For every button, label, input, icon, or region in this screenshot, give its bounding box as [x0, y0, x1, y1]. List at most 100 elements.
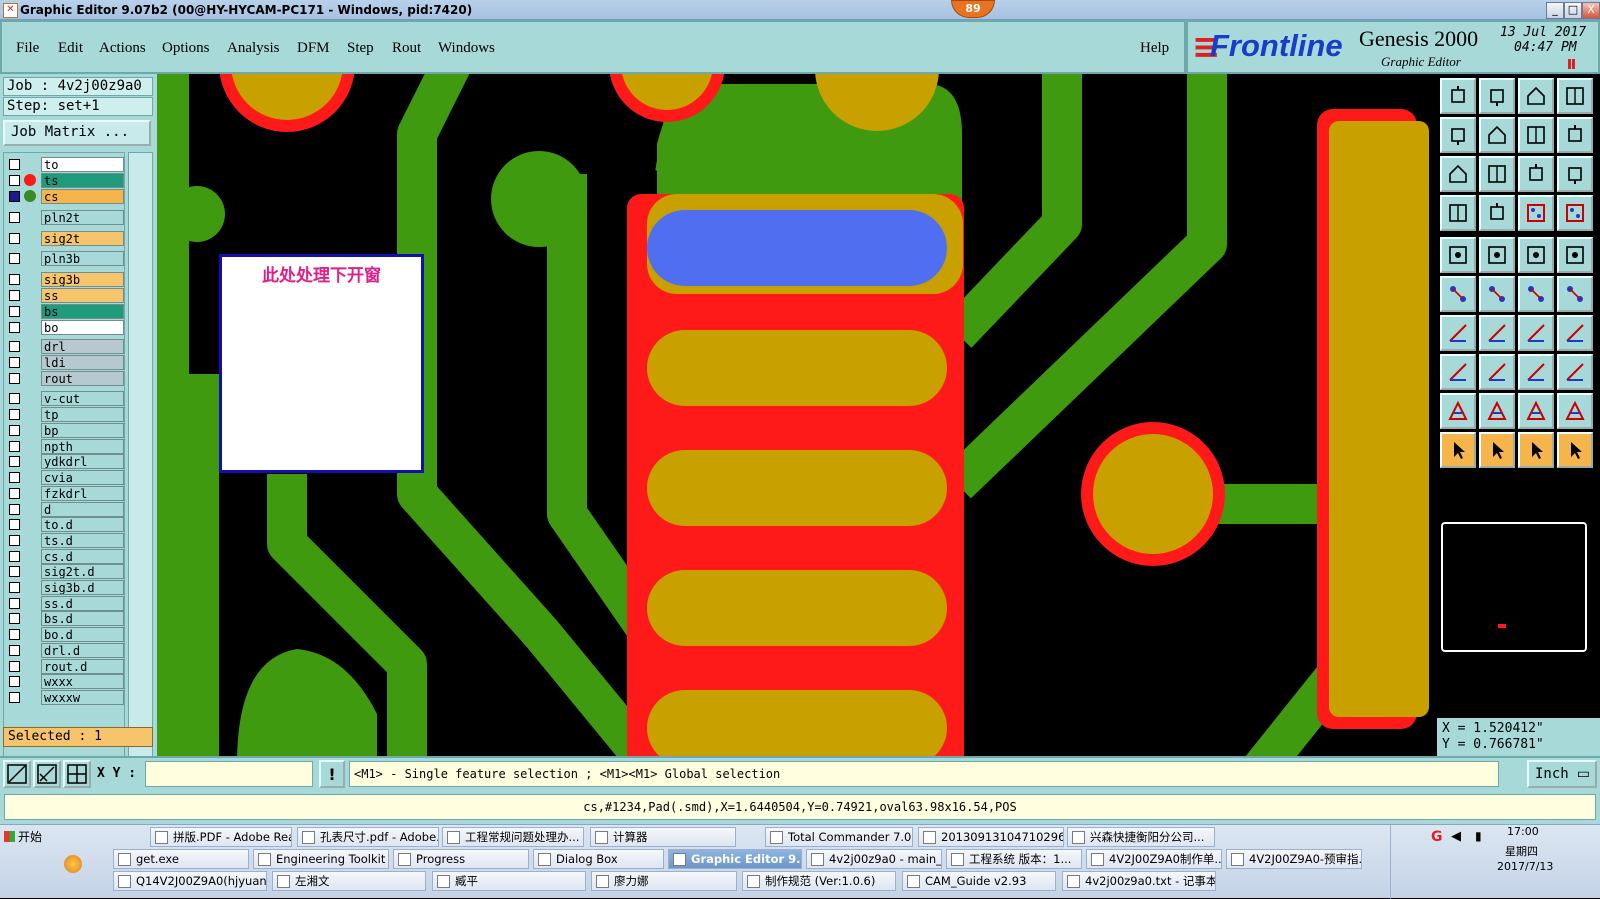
layer-row-bo-d[interactable]: bo.d: [7, 627, 124, 642]
text-icon[interactable]: [1557, 315, 1593, 351]
taskbar-item[interactable]: 计算器: [590, 827, 736, 847]
layer-row-d[interactable]: d: [7, 502, 124, 517]
taskbar-item[interactable]: 左湘文: [272, 871, 426, 891]
taskbar-item[interactable]: 兴森快捷衡阳分公司...: [1067, 827, 1215, 847]
layer-checkbox[interactable]: [9, 373, 20, 384]
layer-checkbox[interactable]: [9, 472, 20, 483]
house-icon[interactable]: [1518, 78, 1554, 114]
layer-checkbox[interactable]: [9, 233, 20, 244]
home-up-icon[interactable]: [1440, 78, 1476, 114]
taskbar-item[interactable]: get.exe: [113, 849, 249, 869]
graphic-canvas[interactable]: 此处处理下开窗: [157, 74, 1437, 756]
zoom-window-icon[interactable]: [3, 760, 31, 788]
layer-row-cs-d[interactable]: cs.d: [7, 549, 124, 564]
menu-help[interactable]: Help: [1140, 40, 1169, 57]
layer-row-ts-d[interactable]: ts.d: [7, 533, 124, 548]
taskbar-item[interactable]: 孔表尺寸.pdf - Adobe...: [297, 827, 439, 847]
selected-pad[interactable]: [647, 210, 947, 286]
taskbar-item[interactable]: 4v2j00z9a0.txt - 记事本: [1062, 871, 1216, 891]
letter-a-alt-icon[interactable]: [1557, 393, 1593, 429]
layer-scrollbar[interactable]: [128, 152, 153, 788]
layer-checkbox[interactable]: [9, 504, 20, 515]
help-icon[interactable]: [1557, 156, 1593, 192]
layer-checkbox[interactable]: [9, 629, 20, 640]
clock-time[interactable]: 17:00: [1507, 825, 1539, 838]
home-down-icon[interactable]: [1479, 78, 1515, 114]
layer-checkbox[interactable]: [9, 692, 20, 703]
taskbar-item[interactable]: Total Commander 7.0 ...: [765, 827, 913, 847]
units-selector[interactable]: Inch ▭: [1527, 760, 1597, 788]
connect-icon[interactable]: [1440, 276, 1476, 312]
grid-icon[interactable]: [63, 760, 91, 788]
layer-row-drl-d[interactable]: drl.d: [7, 643, 124, 658]
layer-checkbox[interactable]: [9, 159, 20, 170]
layer-checkbox[interactable]: [9, 322, 20, 333]
close-button[interactable]: X: [1582, 2, 1600, 19]
layer-row-ss[interactable]: ss: [7, 288, 124, 303]
layer-row-rout[interactable]: rout: [7, 371, 124, 386]
layer-checkbox[interactable]: [9, 613, 20, 624]
tray-network-icon[interactable]: ▮: [1475, 829, 1482, 843]
layer-checkbox[interactable]: [9, 566, 20, 577]
taskbar-item[interactable]: 工程系统 版本：1...: [946, 849, 1082, 869]
ruler-icon[interactable]: [1518, 237, 1554, 273]
copy-icon[interactable]: [1557, 354, 1593, 390]
layer-checkbox[interactable]: [9, 357, 20, 368]
layer-row-pln3b[interactable]: pln3b: [7, 251, 124, 266]
taskbar-item[interactable]: 拼版.PDF - Adobe Rea...: [150, 827, 292, 847]
layer-checkbox[interactable]: [9, 290, 20, 301]
taskbar-item[interactable]: 工程常规问题处理办...: [442, 827, 584, 847]
tray-g-icon[interactable]: G: [1431, 829, 1443, 845]
redraw-icon[interactable]: [1557, 117, 1593, 153]
triangle-icon[interactable]: [1440, 393, 1476, 429]
layer-row-ss-d[interactable]: ss.d: [7, 596, 124, 611]
layer-checkbox[interactable]: [9, 441, 20, 452]
layer-checkbox[interactable]: [9, 661, 20, 672]
taskbar-item[interactable]: CAM_Guide v2.93: [902, 871, 1056, 891]
layer-checkbox[interactable]: [9, 645, 20, 656]
taskbar-item[interactable]: 廖力娜: [591, 871, 737, 891]
menu-analysis[interactable]: Analysis: [227, 40, 280, 57]
move-icon[interactable]: [1440, 354, 1476, 390]
layer-row-cs[interactable]: cs: [7, 189, 124, 204]
measure-icon[interactable]: [33, 760, 61, 788]
layer-checkbox[interactable]: [9, 409, 20, 420]
window-icon[interactable]: [1557, 78, 1593, 114]
select-rotate-icon[interactable]: [1518, 432, 1554, 468]
layer-checkbox[interactable]: [9, 393, 20, 404]
menu-rout[interactable]: Rout: [392, 40, 421, 57]
taskbar-item[interactable]: Dialog Box: [533, 849, 664, 869]
taskbar-item[interactable]: 臧平: [432, 871, 586, 891]
job-matrix-button[interactable]: Job Matrix ...: [3, 120, 151, 146]
pin-icon[interactable]: [1479, 195, 1515, 231]
layer-checkbox[interactable]: [9, 551, 20, 562]
tray-volume-icon[interactable]: ◀: [1451, 829, 1461, 844]
menu-options[interactable]: Options: [162, 40, 210, 57]
taskbar-item[interactable]: 4V2J00Z9A0-预审指...: [1226, 849, 1362, 869]
compare-layer-icon[interactable]: [1557, 195, 1593, 231]
pause-icon[interactable]: [1568, 59, 1575, 69]
menu-dfm[interactable]: DFM: [297, 40, 330, 57]
layer-row-bs-d[interactable]: bs.d: [7, 611, 124, 626]
start-button[interactable]: 开始: [2, 827, 50, 849]
menu-actions[interactable]: Actions: [99, 40, 146, 57]
add-pad-icon[interactable]: [1440, 237, 1476, 273]
fit-width-icon[interactable]: [1440, 156, 1476, 192]
pan-back-icon[interactable]: [1518, 117, 1554, 153]
taskbar-item[interactable]: Q14V2J00Z9A0(hjyuan)...: [113, 871, 267, 891]
layer-row-ydkdrl[interactable]: ydkdrl: [7, 454, 124, 469]
layer-row-to[interactable]: to: [7, 157, 124, 172]
xy-input[interactable]: [145, 761, 313, 787]
maximize-button[interactable]: □: [1564, 2, 1582, 19]
layer-row-bo[interactable]: bo: [7, 320, 124, 335]
menu-file[interactable]: File: [16, 40, 39, 57]
highlight-layer-icon[interactable]: [1518, 195, 1554, 231]
select-group-icon[interactable]: [1557, 432, 1593, 468]
taskbar-item[interactable]: Engineering Toolkit 9...: [253, 849, 389, 869]
node-icon[interactable]: [1557, 276, 1593, 312]
layer-checkbox[interactable]: [9, 676, 20, 687]
layer-row-bp[interactable]: bp: [7, 423, 124, 438]
scale-1-2-icon[interactable]: [1518, 156, 1554, 192]
minimize-button[interactable]: _: [1546, 2, 1564, 19]
letter-a-icon[interactable]: [1518, 393, 1554, 429]
